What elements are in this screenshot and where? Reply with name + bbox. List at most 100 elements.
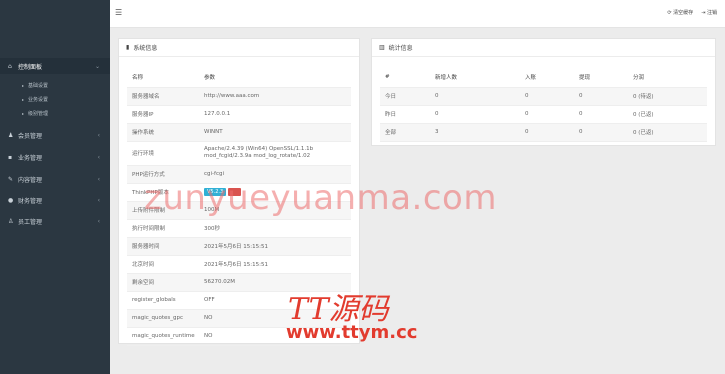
- caret-right-icon: ▸: [22, 110, 25, 116]
- table-row: 昨日 0 0 0 0 (已返): [380, 105, 707, 124]
- stats-panel: ▥ 统计信息 # 新增人数 入账 提现 分润 今日 0 0 0 0 (待返) 昨日 0 0 0 0 (已返)…: [371, 38, 716, 146]
- chevron-down-icon: ⌄: [94, 62, 100, 70]
- panel-title-text: 系统信息: [133, 45, 158, 52]
- home-icon: ⌂: [8, 62, 12, 70]
- stats-title: ▥ 统计信息: [372, 39, 715, 57]
- sidebar-item-dashboard[interactable]: ⌂ 控制面板 ⌄: [0, 58, 110, 74]
- table-cell: 0: [520, 123, 574, 142]
- table-cell: 0: [574, 123, 628, 142]
- table-header-cell: 名称: [127, 67, 199, 88]
- table-cell: 全部: [380, 123, 430, 142]
- sidebar-item-staff[interactable]: ♙ 员工管理 ‹: [0, 213, 110, 229]
- table-cell-value: 2021年5月6日 15:15:51: [199, 237, 351, 256]
- sidebar-subitem-basic-settings[interactable]: ▸ 基础设置: [0, 79, 110, 91]
- sidebar-subitem-label: 基础设置: [28, 82, 49, 89]
- stats-table: # 新增人数 入账 提现 分润 今日 0 0 0 0 (待返) 昨日 0 0 0 0 (已返) 全部 3 0 0 0 …: [380, 67, 707, 142]
- sidebar-subitem-label: 业务设置: [28, 96, 49, 103]
- table-row: 今日 0 0 0 0 (待返): [380, 87, 707, 106]
- caret-right-icon: ▸: [22, 96, 25, 102]
- table-cell: 0: [430, 105, 520, 124]
- table-header-cell: 参数: [199, 67, 351, 88]
- logo-url: www.ttym.cc: [286, 322, 418, 343]
- sidebar: ⌂ 控制面板 ⌄ ▸ 基础设置 ▸ 业务设置 ▸ 级别管理 ♟ 会员管理 ‹ ▪…: [0, 0, 110, 374]
- sidebar-item-content[interactable]: ✎ 内容管理 ‹: [0, 171, 110, 187]
- sidebar-item-label: 内容管理: [18, 176, 43, 184]
- table-header-row: 名称 参数: [127, 67, 351, 88]
- menu-toggle-icon[interactable]: ☰: [115, 8, 122, 17]
- chevron-left-icon: ‹: [97, 217, 100, 225]
- edit-icon: ✎: [8, 175, 14, 183]
- table-row: 操作系统 WINNT: [127, 123, 351, 142]
- table-cell: 昨日: [380, 105, 430, 124]
- sidebar-item-finance[interactable]: ● 财务管理 ‹: [0, 192, 110, 208]
- table-header-cell: 新增人数: [430, 67, 520, 88]
- sidebar-item-members[interactable]: ♟ 会员管理 ‹: [0, 127, 110, 143]
- top-bar: ☰ ⟳ 清空缓存 ⇥ 注销: [110, 0, 725, 28]
- table-row: 执行时间限制 300秒: [127, 219, 351, 238]
- table-cell: 0 (已返): [628, 105, 707, 124]
- table-cell-name: 服务器IP: [127, 105, 199, 124]
- table-cell-value: 127.0.0.1: [199, 105, 351, 124]
- chevron-left-icon: ‹: [97, 131, 100, 139]
- table-row: 北京时间 2021年5月6日 15:15:51: [127, 255, 351, 274]
- staff-icon: ♙: [8, 217, 14, 225]
- table-cell-name: 操作系统: [127, 123, 199, 142]
- sidebar-subitem-business-settings[interactable]: ▸ 业务设置: [0, 93, 110, 105]
- file-icon: ▮: [126, 44, 130, 51]
- table-cell-name: register_globals: [127, 291, 199, 310]
- sidebar-item-label: 会员管理: [18, 132, 43, 140]
- sidebar-item-label: 业务管理: [18, 154, 43, 162]
- logout-button[interactable]: ⇥ 注销: [701, 9, 717, 16]
- top-actions: ⟳ 清空缓存 ⇥ 注销: [667, 9, 717, 16]
- money-icon: ●: [8, 196, 14, 204]
- table-row: 全部 3 0 0 0 (已返): [380, 123, 707, 142]
- table-cell-name: 服务器时间: [127, 237, 199, 256]
- table-row: 运行环境 Apache/2.4.39 (Win64) OpenSSL/1.1.1b…: [127, 141, 351, 166]
- table-cell-name: 执行时间限制: [127, 219, 199, 238]
- table-cell-value: 300秒: [199, 219, 351, 238]
- table-cell-name: 北京时间: [127, 255, 199, 274]
- table-header-cell: #: [380, 67, 430, 88]
- table-cell: 0: [574, 105, 628, 124]
- panel-title-text: 统计信息: [388, 45, 413, 52]
- table-cell: 今日: [380, 87, 430, 106]
- table-cell-name: 运行环境: [127, 141, 199, 166]
- table-cell-value: WINNT: [199, 123, 351, 142]
- table-cell-name: 服务器域名: [127, 87, 199, 106]
- sidebar-item-label: 员工管理: [18, 218, 43, 226]
- system-info-title: ▮ 系统信息: [119, 39, 359, 57]
- table-cell: 0: [520, 87, 574, 106]
- bar-chart-icon: ▥: [379, 44, 385, 51]
- table-cell: 3: [430, 123, 520, 142]
- table-header-cell: 入账: [520, 67, 574, 88]
- table-row: 服务器域名 http://www.aaa.com: [127, 87, 351, 106]
- table-cell: 0: [520, 105, 574, 124]
- table-row: 服务器时间 2021年5月6日 15:15:51: [127, 237, 351, 256]
- table-cell-value: Apache/2.4.39 (Win64) OpenSSL/1.1.1b mod…: [199, 141, 351, 166]
- table-cell-value: http://www.aaa.com: [199, 87, 351, 106]
- sidebar-item-business[interactable]: ▪ 业务管理 ‹: [0, 149, 110, 165]
- chevron-left-icon: ‹: [97, 153, 100, 161]
- user-icon: ♟: [8, 131, 14, 139]
- logout-icon: ⇥: [701, 10, 706, 16]
- table-row: 服务器IP 127.0.0.1: [127, 105, 351, 124]
- sidebar-item-label: 财务管理: [18, 197, 43, 205]
- table-cell: 0: [574, 87, 628, 106]
- refresh-icon: ⟳: [667, 10, 672, 16]
- clear-cache-button[interactable]: ⟳ 清空缓存: [667, 9, 693, 16]
- chevron-left-icon: ‹: [97, 175, 100, 183]
- clear-cache-label: 清空缓存: [673, 10, 694, 16]
- sidebar-subitem-label: 级别管理: [28, 110, 49, 117]
- caret-right-icon: ▸: [22, 82, 25, 88]
- table-header-cell: 分润: [628, 67, 707, 88]
- table-cell-name: magic_quotes_gpc: [127, 309, 199, 328]
- table-cell: 0 (待返): [628, 87, 707, 106]
- logout-label: 注销: [706, 10, 717, 16]
- table-cell-value: 2021年5月6日 15:15:51: [199, 255, 351, 274]
- table-cell-name: magic_quotes_runtime: [127, 327, 199, 346]
- sidebar-subitem-level-management[interactable]: ▸ 级别管理: [0, 107, 110, 119]
- table-header-row: # 新增人数 入账 提现 分润: [380, 67, 707, 88]
- sidebar-item-label: 控制面板: [18, 63, 43, 71]
- briefcase-icon: ▪: [8, 153, 13, 161]
- watermark-text: zunyueyuanma.com: [144, 178, 497, 218]
